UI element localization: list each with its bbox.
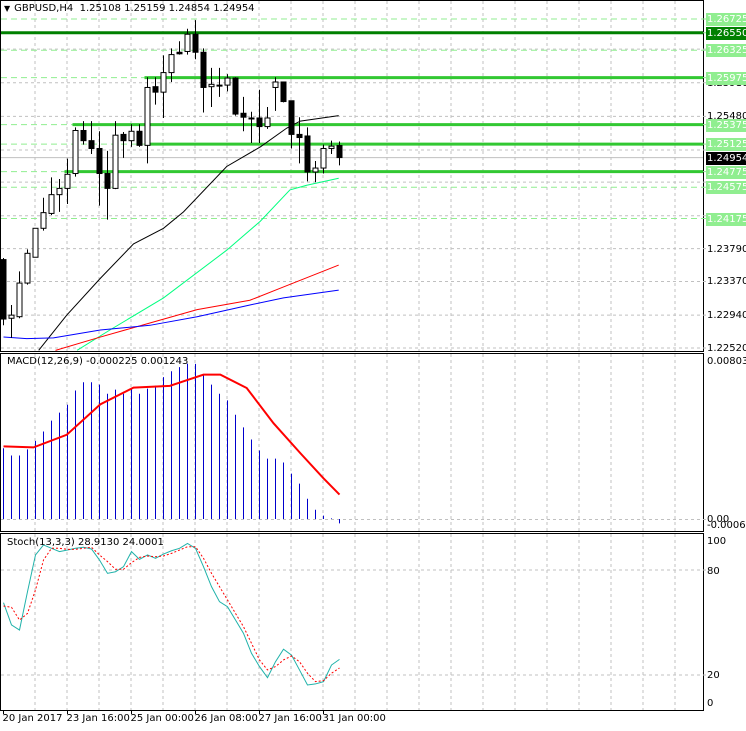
symbol-label: GBPUSD,H4 [14,3,74,14]
candle-bear [336,145,343,159]
candle-bull [168,54,175,74]
macd-panel-border [0,353,704,532]
candle-bear [232,77,239,115]
level-price-label: 1.26550 [706,26,746,40]
price-axis-label: 1.23790 [707,243,746,255]
candle-bear [120,133,127,142]
candle-bear [88,140,95,149]
candle-bull [144,86,151,146]
candle-bull [32,227,39,258]
stoch-signal-line [3,546,340,683]
candle-bull [272,81,279,88]
moving-average-line [76,177,339,351]
time-axis-label: 27 Jan 16:00 [258,713,322,724]
ohlc-values: 1.25108 1.25159 1.24854 1.24954 [79,3,255,14]
stoch-axis-label: 20 [707,670,720,681]
price-axis-label: 1.22940 [707,310,746,322]
candle-bull [64,173,71,189]
candle-bear [136,130,143,146]
stoch-panel-border [0,533,704,711]
level-price-label: 1.24175 [706,212,746,226]
candle-bull [248,117,255,120]
macd-axis-label: 0.008033 [707,356,746,367]
candle-bear [256,117,263,128]
level-price-label: 1.24575 [706,181,746,195]
candle-bull [328,145,335,149]
candle-bull [264,117,271,128]
candle-bear [192,33,199,53]
candle-bull [224,77,231,86]
moving-average-line [55,264,339,351]
stoch-axis-label: 100 [707,536,727,547]
macd-title: MACD(12,26,9) -0.000225 0.001243 [7,356,189,367]
candle-bear [304,135,311,173]
current-price-label: 1.24954 [706,151,746,165]
candle-bull [24,252,31,284]
candle-bear [0,259,7,320]
stoch-main-line [3,542,340,686]
time-axis-label: 31 Jan 00:00 [322,713,386,724]
candle-bear [288,100,295,135]
time-axis-label: 26 Jan 08:00 [194,713,258,724]
level-price-label: 1.26325 [706,44,746,58]
candle-bull [128,130,135,142]
candle-bull [112,134,119,189]
time-axis-label: 25 Jan 00:00 [130,713,194,724]
candle-bull [40,212,47,229]
candle-bull [8,314,15,319]
level-price-label: 1.26725 [706,13,746,26]
candle-bear [296,133,303,139]
candle-bull [312,167,319,173]
price-axis-label: 1.22520 [707,342,746,354]
price-axis-label: 1.23370 [707,276,746,288]
time-axis-label: 20 Jan 2017 [2,713,63,724]
chart-header: ▼ GBPUSD,H4 1.25108 1.25159 1.24854 1.249… [4,3,255,14]
candle-bull [16,282,23,318]
macd-axis-label: -0.000618 [707,520,746,531]
level-price-label: 1.24775 [706,165,746,179]
level-price-label: 1.25975 [706,71,746,85]
candle-bull [48,194,55,214]
time-axis-label: 23 Jan 16:00 [66,713,130,724]
stoch-title: Stoch(13,3,3) 28.9130 24.0001 [7,537,164,548]
stoch-axis-label: 80 [707,566,720,577]
candle-bear [280,81,287,103]
triangle-down-icon[interactable]: ▼ [4,4,10,13]
level-price-label: 1.25125 [706,138,746,152]
candle-bear [176,51,183,55]
candle-bear [152,86,159,93]
candle-bear [240,112,247,118]
candle-bear [200,51,207,88]
candle-bear [96,147,103,175]
candle-bear [104,173,111,189]
candle-bull [320,147,327,169]
candle-bull [208,83,215,88]
candle-bull [56,187,63,196]
level-price-label: 1.25375 [706,118,746,132]
candle-bear [216,84,223,87]
candle-bull [160,72,167,93]
candle-bear [80,129,87,142]
stoch-axis-label: 0 [707,698,714,709]
candle-bull [72,129,79,175]
candle-bull [184,33,191,52]
